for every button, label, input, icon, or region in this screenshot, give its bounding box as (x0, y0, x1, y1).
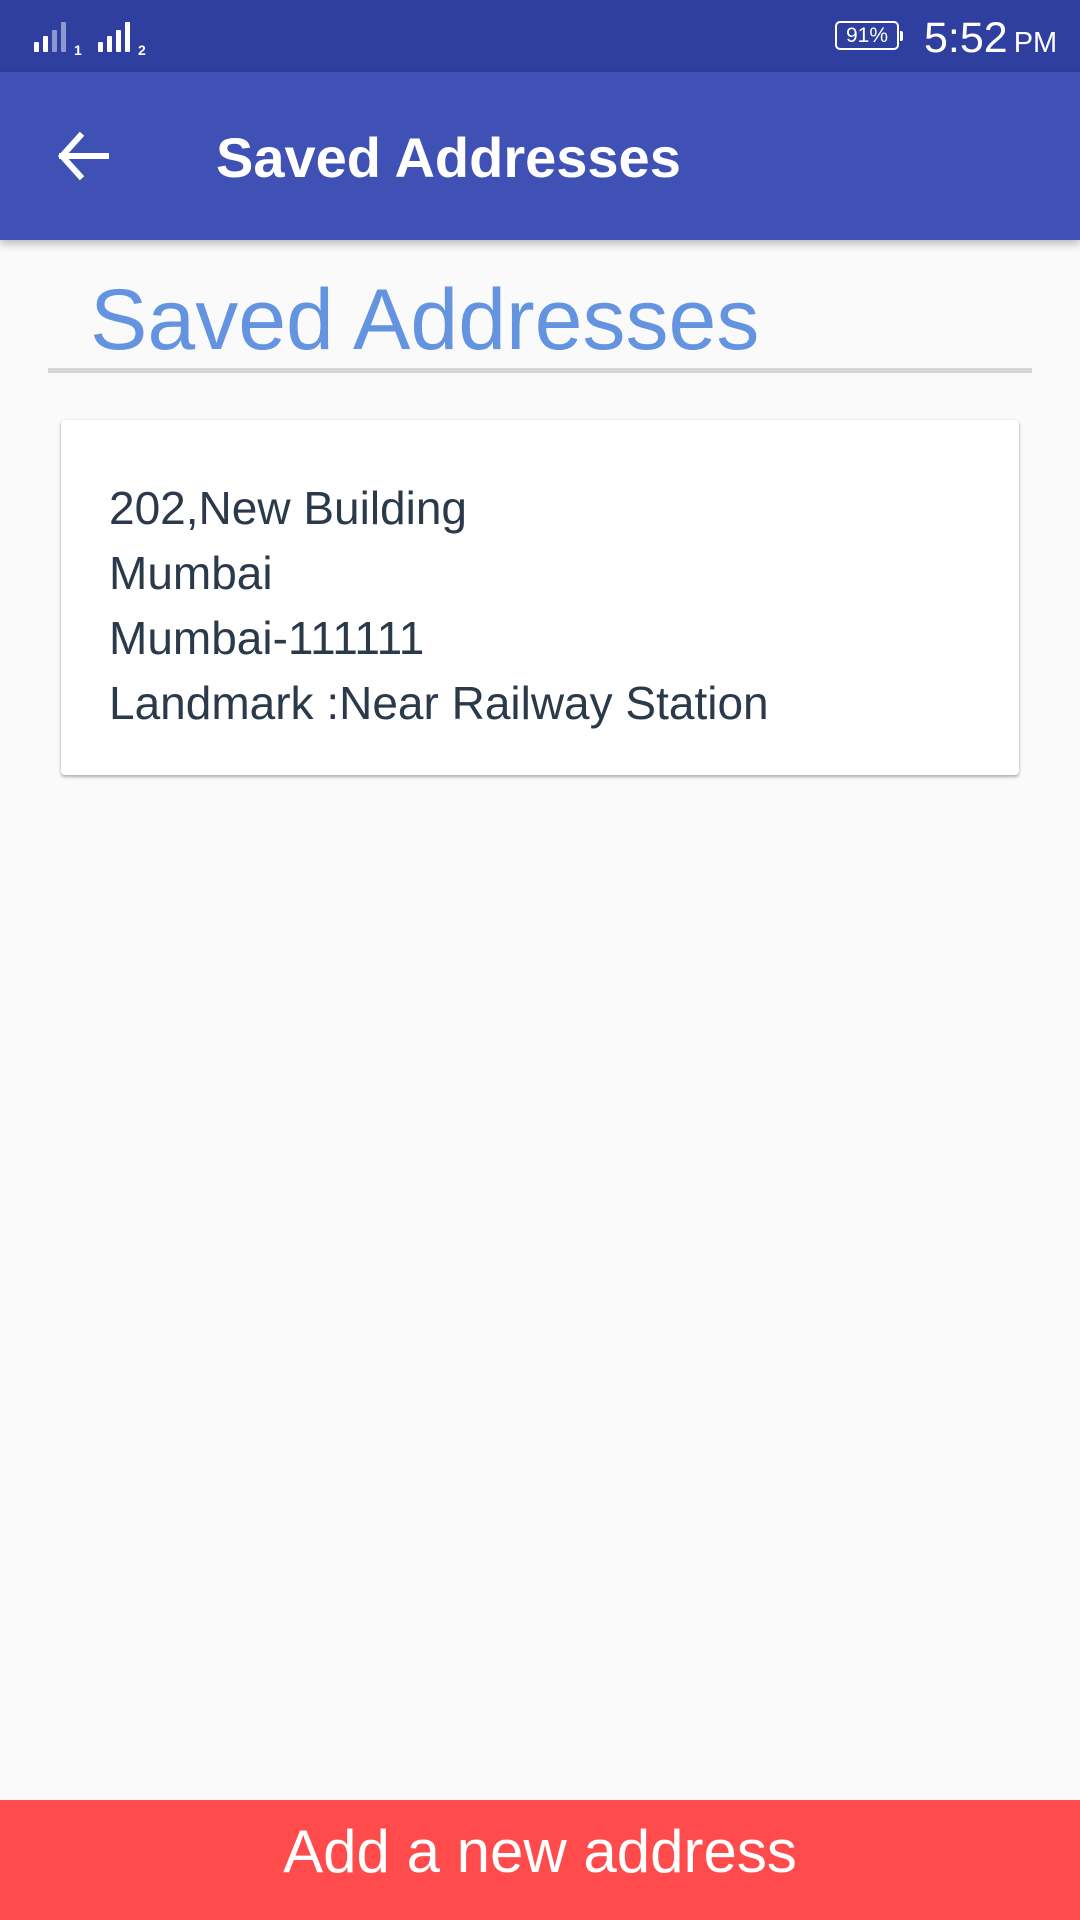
address-line-2: Mumbai (109, 547, 273, 599)
status-clock: 5:52 PM (924, 10, 1057, 71)
heading-divider (48, 368, 1032, 373)
page-title: Saved Addresses (90, 272, 760, 368)
clock-time: 5:52 (924, 14, 1008, 62)
battery-icon: 91% (835, 21, 903, 50)
address-text: 202,New Building Mumbai Mumbai-111111 La… (109, 476, 769, 736)
sim1-label: 1 (74, 42, 82, 58)
address-line-3: Mumbai-111111 (109, 612, 425, 664)
arrow-left-icon (57, 131, 109, 181)
address-card[interactable]: 202,New Building Mumbai Mumbai-111111 La… (61, 420, 1019, 775)
back-button[interactable] (50, 122, 118, 190)
address-line-4: Landmark :Near Railway Station (109, 677, 769, 729)
clock-ampm: PM (1013, 27, 1058, 59)
add-new-address-button[interactable]: Add a new address (0, 1800, 1080, 1920)
status-bar: 1 2 91% 5:52 PM (0, 0, 1080, 72)
address-line-1: 202,New Building (109, 482, 468, 534)
app-toolbar: Saved Addresses (0, 72, 1080, 240)
toolbar-title: Saved Addresses (216, 126, 681, 189)
sim2-label: 2 (138, 42, 146, 58)
